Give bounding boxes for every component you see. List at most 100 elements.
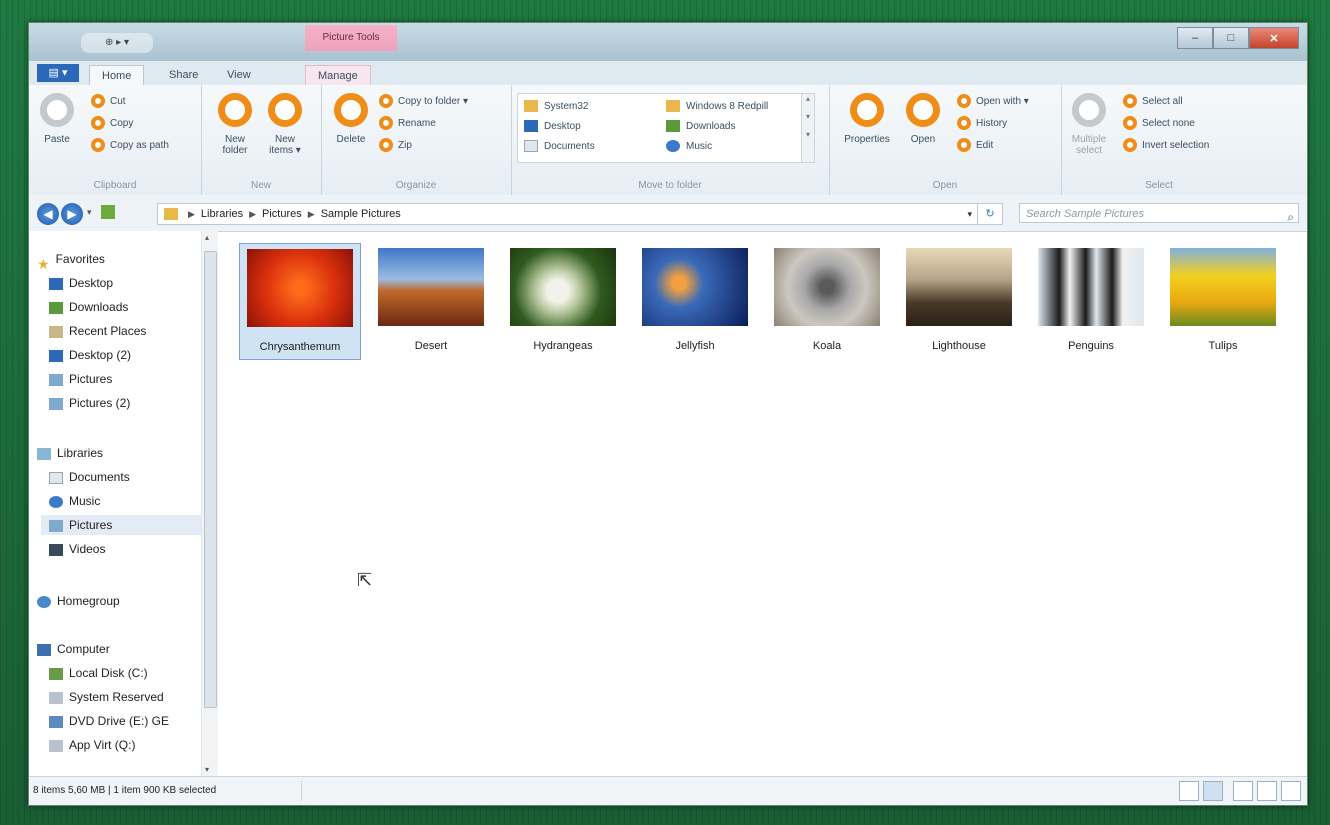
nav-item-pictures[interactable]: Pictures (49, 369, 112, 389)
nav-item-dvd-drive[interactable]: DVD Drive (E:) GE (49, 711, 169, 731)
rename-icon (379, 116, 393, 131)
file-item[interactable]: Lighthouse (899, 243, 1019, 358)
nav-libraries[interactable]: Libraries (37, 443, 103, 463)
new-folder-button[interactable]: New folder (215, 93, 255, 156)
tab-manage[interactable]: Manage (305, 65, 371, 86)
nav-item-recent-places[interactable]: Recent Places (49, 321, 146, 341)
nav-item-pictures-library[interactable]: Pictures (41, 515, 207, 535)
large-icons-view-icon[interactable] (1203, 781, 1223, 801)
navigation-pane-toggle-icon[interactable] (1281, 781, 1301, 801)
select-all-button[interactable]: Select all (1123, 93, 1183, 111)
quick-access-toolbar[interactable]: ⊕ ▸ ▾ (81, 33, 153, 53)
title-bar[interactable]: ⊕ ▸ ▾ Picture Tools – □ ✕ (29, 23, 1307, 61)
nav-item-app-virt[interactable]: App Virt (Q:) (49, 735, 135, 755)
videos-icon (49, 543, 63, 556)
tab-view[interactable]: View (215, 65, 263, 85)
properties-button[interactable]: Properties (837, 93, 897, 145)
nav-computer[interactable]: Computer (37, 639, 110, 659)
details-pane-icon[interactable] (1257, 781, 1277, 801)
nav-item-documents[interactable]: Documents (49, 467, 130, 487)
address-path[interactable]: ▶ Libraries ▶ Pictures ▶ Sample Pictures ▾ (157, 203, 979, 225)
delete-icon (334, 93, 368, 127)
file-item[interactable]: Chrysanthemum (239, 243, 361, 360)
nav-item-downloads[interactable]: Downloads (49, 297, 128, 317)
open-with-button[interactable]: Open with ▾ (957, 93, 1029, 111)
gallery-item[interactable]: Documents (524, 138, 595, 156)
up-icon[interactable] (101, 205, 115, 219)
maximize-button[interactable]: □ (1213, 27, 1249, 49)
gallery-item[interactable]: Windows 8 Redpill (666, 98, 768, 116)
forward-button[interactable]: ▶ (61, 203, 83, 225)
nav-scrollbar[interactable]: ▴ ▾ (201, 231, 218, 776)
nav-favorites[interactable]: ★ Favorites (37, 249, 105, 272)
gallery-scrollbar[interactable]: ▴ ▾ ▾ (801, 94, 814, 162)
organize-group: Delete Copy to folder ▾ Rename Zip Organ… (321, 85, 512, 195)
dvd-icon (49, 715, 63, 728)
recent-locations-icon[interactable]: ▾ (87, 207, 92, 218)
open-group-label: Open (932, 180, 958, 191)
scroll-down-icon[interactable]: ▾ (205, 765, 209, 774)
rename-button[interactable]: Rename (379, 115, 436, 133)
gallery-item[interactable]: Music (666, 138, 712, 156)
select-group-label: Select (1145, 180, 1173, 191)
copy-as-path-button[interactable]: Copy as path (91, 137, 169, 155)
file-item[interactable]: Desert (371, 243, 491, 358)
refresh-button[interactable]: ↻ (977, 203, 1003, 225)
paste-button[interactable]: Paste (39, 93, 75, 145)
history-button[interactable]: History (957, 115, 1007, 133)
nav-item-music[interactable]: Music (49, 491, 100, 511)
preview-pane-icon[interactable] (1233, 781, 1253, 801)
back-button[interactable]: ◀ (37, 203, 59, 225)
nav-scrollbar-thumb[interactable] (204, 251, 217, 708)
breadcrumb-libraries[interactable]: Libraries (201, 208, 243, 220)
file-item[interactable]: Penguins (1031, 243, 1151, 358)
thumbnail (906, 248, 1012, 326)
search-input[interactable]: Search Sample Pictures ⌕ (1019, 203, 1299, 224)
chevron-down-icon[interactable]: ▾ (967, 204, 972, 224)
edit-button[interactable]: Edit (957, 137, 993, 155)
tab-home[interactable]: Home (89, 65, 145, 86)
nav-item-desktop-2[interactable]: Desktop (2) (49, 345, 131, 365)
path-icon (91, 138, 105, 153)
new-items-button[interactable]: New items ▾ (263, 93, 307, 156)
nav-homegroup[interactable]: Homegroup (37, 591, 120, 611)
multiple-select-button[interactable]: Multiple select (1067, 93, 1111, 156)
move-to-gallery: System32 Desktop Documents Windows 8 Red… (517, 93, 815, 163)
select-none-button[interactable]: Select none (1123, 115, 1195, 133)
drive-icon (49, 691, 63, 704)
gallery-item[interactable]: Downloads (666, 118, 735, 136)
details-view-icon[interactable] (1179, 781, 1199, 801)
new-folder-icon (218, 93, 252, 127)
breadcrumb-sample-pictures[interactable]: Sample Pictures (321, 208, 401, 220)
open-button[interactable]: Open (903, 93, 943, 145)
zip-button[interactable]: Zip (379, 137, 412, 155)
tab-file[interactable]: ▤ ▾ (37, 64, 79, 82)
status-text: 8 items 5,60 MB | 1 item 900 KB selected (33, 785, 217, 796)
clipboard-group-label: Clipboard (93, 180, 137, 191)
file-item[interactable]: Koala (767, 243, 887, 358)
nav-item-system-reserved[interactable]: System Reserved (49, 687, 164, 707)
close-button[interactable]: ✕ (1249, 27, 1299, 49)
invert-selection-button[interactable]: Invert selection (1123, 137, 1209, 155)
file-item[interactable]: Jellyfish (635, 243, 755, 358)
nav-item-local-disk[interactable]: Local Disk (C:) (49, 663, 148, 683)
file-item[interactable]: Tulips (1163, 243, 1283, 358)
gallery-item[interactable]: System32 (524, 98, 588, 116)
delete-button[interactable]: Delete (333, 93, 369, 145)
documents-icon (524, 140, 538, 153)
scroll-up-icon[interactable]: ▴ (205, 233, 209, 242)
nav-item-pictures-2[interactable]: Pictures (2) (49, 393, 130, 413)
search-icon[interactable]: ⌕ (1287, 207, 1294, 227)
gallery-item[interactable]: Desktop (524, 118, 581, 136)
chevron-right-icon: ▶ (307, 209, 315, 219)
tab-share[interactable]: Share (157, 65, 210, 85)
copy-button[interactable]: Copy (91, 115, 133, 133)
thumbnail (1038, 248, 1144, 326)
breadcrumb-pictures[interactable]: Pictures (262, 208, 302, 220)
nav-item-desktop[interactable]: Desktop (49, 273, 113, 293)
copy-to-folder-button[interactable]: Copy to folder ▾ (379, 93, 468, 111)
minimize-button[interactable]: – (1177, 27, 1213, 49)
file-item[interactable]: Hydrangeas (503, 243, 623, 358)
cut-button[interactable]: Cut (91, 93, 126, 111)
nav-item-videos[interactable]: Videos (49, 539, 105, 559)
